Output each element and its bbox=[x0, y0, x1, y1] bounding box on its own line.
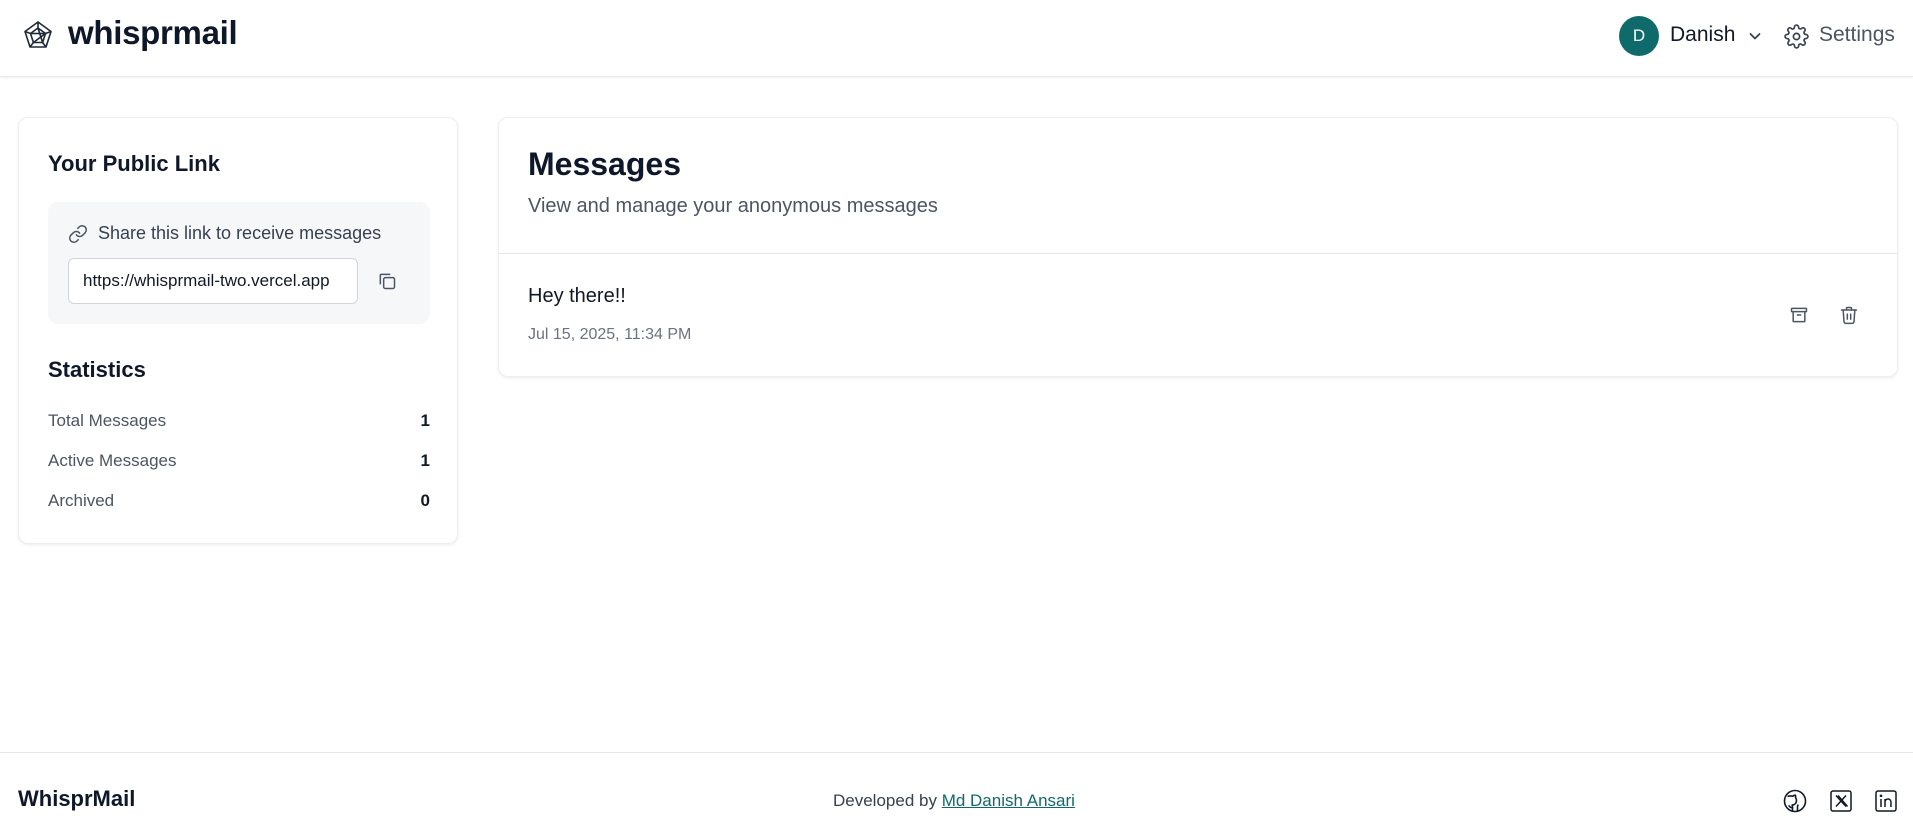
settings-link[interactable]: Settings bbox=[1819, 23, 1895, 47]
statistics-title: Statistics bbox=[48, 357, 146, 382]
archive-button[interactable] bbox=[1786, 302, 1812, 328]
footer-credit: Developed by Md Danish Ansari bbox=[833, 791, 1075, 811]
share-link-label: Share this link to receive messages bbox=[98, 223, 382, 243]
chevron-down-icon[interactable] bbox=[1747, 28, 1763, 44]
message-text: Hey there!! bbox=[528, 285, 626, 307]
share-link-box: Share this link to receive messages bbox=[48, 202, 430, 324]
delete-button[interactable] bbox=[1836, 302, 1862, 328]
messages-card: Messages View and manage your anonymous … bbox=[498, 117, 1898, 377]
public-link-title: Your Public Link bbox=[48, 151, 220, 176]
stat-row-archived: Archived 0 bbox=[48, 491, 430, 515]
public-link-input[interactable] bbox=[68, 258, 358, 304]
stat-value: 1 bbox=[420, 411, 430, 430]
trash-icon bbox=[1840, 306, 1858, 325]
stat-row-total: Total Messages 1 bbox=[48, 411, 430, 435]
developer-link[interactable]: Md Danish Ansari bbox=[942, 791, 1075, 810]
user-menu-name[interactable]: Danish bbox=[1670, 23, 1735, 47]
stat-label: Archived bbox=[48, 491, 115, 510]
logo-icon[interactable] bbox=[22, 20, 54, 52]
stat-value: 1 bbox=[420, 451, 430, 470]
stat-row-active: Active Messages 1 bbox=[48, 451, 430, 475]
github-icon[interactable] bbox=[1783, 789, 1807, 813]
divider bbox=[499, 253, 1897, 254]
messages-subtitle: View and manage your anonymous messages bbox=[528, 195, 938, 217]
copy-link-button[interactable] bbox=[372, 266, 402, 296]
app-footer: WhisprMail Developed by Md Danish Ansari bbox=[0, 752, 1913, 821]
user-avatar[interactable]: D bbox=[1619, 16, 1659, 56]
linkedin-icon[interactable] bbox=[1874, 789, 1898, 813]
stat-value: 0 bbox=[420, 491, 430, 510]
link-icon bbox=[68, 224, 88, 244]
messages-title: Messages bbox=[528, 146, 681, 182]
message-date: Jul 15, 2025, 11:34 PM bbox=[528, 326, 692, 343]
public-link-card: Your Public Link Share this link to rece… bbox=[18, 117, 458, 544]
gear-icon[interactable] bbox=[1784, 24, 1809, 49]
stat-label: Active Messages bbox=[48, 451, 177, 470]
copy-icon bbox=[379, 273, 396, 290]
x-icon[interactable] bbox=[1829, 789, 1853, 813]
stat-label: Total Messages bbox=[48, 411, 167, 430]
footer-brand: WhisprMail bbox=[18, 786, 136, 811]
credit-prefix: Developed by bbox=[833, 791, 942, 810]
app-name[interactable]: whisprmail bbox=[68, 14, 238, 52]
archive-icon bbox=[1790, 307, 1808, 323]
app-header: whisprmail D Danish Settings bbox=[0, 0, 1913, 77]
